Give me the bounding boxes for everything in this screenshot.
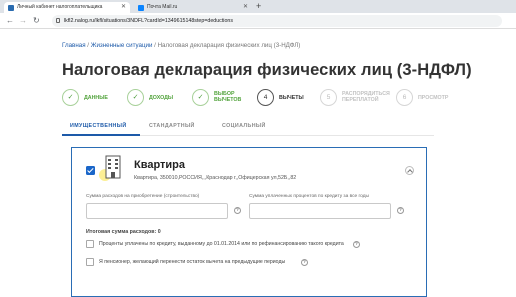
tab-social[interactable]: СОЦИАЛЬНЫЙ bbox=[222, 123, 266, 129]
step-label: Просмотр bbox=[418, 95, 449, 101]
close-tab-icon[interactable]: ✕ bbox=[243, 2, 248, 13]
nalog-favicon-icon bbox=[8, 5, 14, 11]
step-label: Выбор вычетов bbox=[214, 91, 242, 103]
lock-icon bbox=[56, 18, 60, 23]
deduction-tabs: ИМУЩЕСТВЕННЫЙ СТАНДАРТНЫЙ СОЦИАЛЬНЫЙ bbox=[62, 118, 434, 136]
interest-amount-input[interactable] bbox=[249, 203, 391, 219]
step-number: 5 bbox=[320, 89, 337, 106]
interest-amount-label: Сумма уплаченных процентов по кредиту за… bbox=[249, 194, 369, 199]
browser-tab-mail[interactable]: Почта Mail.ru ✕ bbox=[134, 2, 252, 13]
pensioner-checkbox[interactable] bbox=[86, 258, 94, 266]
total-expenses: Итоговая сумма расходов: 0 bbox=[86, 229, 161, 235]
check-icon: ✓ bbox=[192, 89, 209, 106]
purchase-amount-input[interactable] bbox=[86, 203, 228, 219]
tab-label: Почта Mail.ru bbox=[147, 4, 178, 10]
old-credit-checkbox[interactable] bbox=[86, 240, 94, 248]
step-label: Распорядиться переплатой bbox=[342, 91, 390, 103]
collapse-chevron-icon[interactable] bbox=[405, 166, 414, 175]
browser-tab-nalog[interactable]: Личный кабинет налогоплательщика ✕ bbox=[4, 2, 130, 13]
close-tab-icon[interactable]: ✕ bbox=[121, 2, 126, 13]
purchase-amount-label: Сумма расходов на приобретение (строител… bbox=[86, 194, 200, 199]
address-bar: ← → ↻ lkfl2.nalog.ru/lkfl/situations/3ND… bbox=[0, 13, 516, 29]
step-label: Вычеты bbox=[279, 95, 304, 101]
active-tab-underline bbox=[62, 134, 140, 136]
checkbox-label: Я пенсионер, желающий перенести остаток … bbox=[99, 259, 286, 265]
url-field[interactable]: lkfl2.nalog.ru/lkfl/situations/3NDFL?car… bbox=[52, 15, 502, 27]
checkbox-label: Проценты уплачены по кредиту, выданному … bbox=[99, 241, 344, 247]
help-icon[interactable]: ? bbox=[397, 207, 404, 214]
breadcrumb-home-link[interactable]: Главная bbox=[62, 42, 86, 49]
building-icon bbox=[105, 155, 121, 179]
mail-favicon-icon bbox=[138, 5, 144, 11]
property-card: Квартира Квартира, 350010,РОССИЯ,,,Красн… bbox=[71, 147, 427, 297]
step-number: 6 bbox=[396, 89, 413, 106]
tab-property[interactable]: ИМУЩЕСТВЕННЫЙ bbox=[70, 123, 127, 129]
back-icon[interactable]: ← bbox=[6, 16, 14, 26]
browser-tabbar: Личный кабинет налогоплательщика ✕ Почта… bbox=[0, 0, 516, 13]
page-title: Налоговая декларация физических лиц (3-Н… bbox=[62, 61, 472, 79]
property-checkbox[interactable] bbox=[86, 166, 95, 175]
tab-standard[interactable]: СТАНДАРТНЫЙ bbox=[149, 123, 195, 129]
breadcrumb: Главная / Жизненные ситуации / Налоговая… bbox=[62, 42, 300, 49]
reload-icon[interactable]: ↻ bbox=[33, 16, 40, 26]
help-icon[interactable]: ? bbox=[353, 241, 360, 248]
step-label: Данные bbox=[84, 95, 108, 101]
property-address: Квартира, 350010,РОССИЯ,,,Краснодар г,,О… bbox=[134, 175, 297, 181]
tab-label: Личный кабинет налогоплательщика bbox=[17, 4, 103, 10]
property-title: Квартира bbox=[134, 159, 186, 171]
forward-icon[interactable]: → bbox=[19, 16, 27, 26]
step-number: 4 bbox=[257, 89, 274, 106]
help-icon[interactable]: ? bbox=[301, 259, 308, 266]
url-text: lkfl2.nalog.ru/lkfl/situations/3NDFL?car… bbox=[64, 18, 234, 24]
new-tab-button[interactable]: + bbox=[256, 1, 261, 12]
check-icon: ✓ bbox=[127, 89, 144, 106]
help-icon[interactable]: ? bbox=[234, 207, 241, 214]
check-icon: ✓ bbox=[62, 89, 79, 106]
breadcrumb-situations-link[interactable]: Жизненные ситуации bbox=[91, 42, 153, 49]
breadcrumb-current: Налоговая декларация физических лиц (3-Н… bbox=[157, 42, 301, 49]
step-label: Доходы bbox=[149, 95, 174, 101]
